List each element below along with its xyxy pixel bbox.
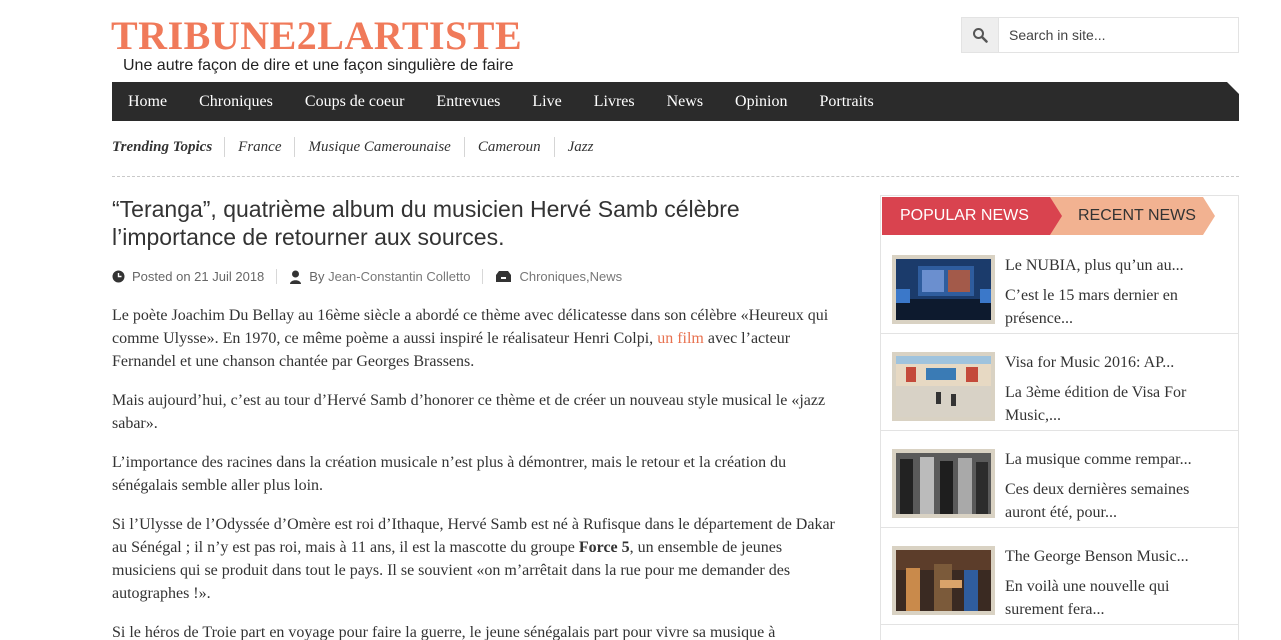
film-link[interactable]: un film [657,330,704,347]
search-input[interactable] [999,18,1238,52]
post-date-value: 21 Juil 2018 [194,269,265,284]
news-thumbnail[interactable] [892,449,995,518]
news-sidebar: RECENT NEWS POPULAR NEWS Le NUBIA, plus … [880,195,1239,640]
article-meta: Posted on 21 Juil 2018 By Jean-Constanti… [112,269,848,284]
list-item[interactable]: The George Benson Music... En voilà une … [881,528,1238,625]
news-excerpt: Ces deux dernières semaines auront été, … [1005,481,1190,521]
news-title[interactable]: Le NUBIA, plus qu’un au... [1005,257,1184,275]
nav-item-portraits[interactable]: Portraits [804,93,890,111]
paragraph: Si le héros de Troie part en voyage pour… [112,624,776,640]
paragraph: Si l’Ulysse de l’Odyssée d’Omère est roi… [112,513,848,605]
trending-title: Trending Topics [112,139,213,155]
nav-item-opinion[interactable]: Opinion [719,93,803,111]
thumbnail-image [896,453,991,514]
list-item[interactable]: Visa for Music 2016: AP... La 3ème éditi… [881,334,1238,431]
category-link-news[interactable]: News [590,269,623,284]
nav-item-news[interactable]: News [651,93,719,111]
author-link[interactable]: Jean-Constantin Colletto [328,269,470,284]
news-excerpt: La 3ème édition de Visa For Music,... [1005,384,1187,424]
nav-item-coups-de-coeur[interactable]: Coups de coeur [289,93,421,111]
post-author: By Jean-Constantin Colletto [289,269,484,284]
trending-item-france[interactable]: France [224,137,294,157]
folder-icon [496,271,512,282]
site-logo[interactable]: TRIBUNE2LARTISTE [111,12,522,59]
nav-item-home[interactable]: Home [112,93,183,111]
site-tagline: Une autre façon de dire et une façon sin… [123,57,514,74]
bold-text: Force 5 [578,539,630,556]
news-title[interactable]: The George Benson Music... [1005,548,1189,566]
article-body: Le poète Joachim Du Bellay au 16ème sièc… [112,304,848,640]
posted-on-label: Posted on [132,269,191,284]
trending-item-jazz[interactable]: Jazz [553,137,607,157]
post-date: Posted on 21 Juil 2018 [112,269,278,284]
trending-item-cameroun[interactable]: Cameroun [463,137,554,157]
nav-item-chroniques[interactable]: Chroniques [183,93,289,111]
news-thumbnail[interactable] [892,546,995,615]
main-nav: Home Chroniques Coups de coeur Entrevues… [112,82,1239,121]
trending-item-musique-camerounaise[interactable]: Musique Camerounaise [294,137,463,157]
search-box [961,17,1239,53]
thumbnail-image [896,356,991,417]
news-tabs: RECENT NEWS POPULAR NEWS [881,196,1238,236]
paragraph: Le poète Joachim Du Bellay au 16ème sièc… [112,304,848,373]
search-icon [973,28,988,43]
news-excerpt: En voilà une nouvelle qui surement fera.… [1005,578,1170,618]
user-icon [290,270,302,284]
tab-recent-news[interactable]: RECENT NEWS [1049,197,1215,235]
post-categories: Chroniques, News [495,269,634,284]
news-list: Le NUBIA, plus qu’un au... C’est le 15 m… [881,237,1238,625]
news-title[interactable]: La musique comme rempar... [1005,451,1192,469]
thumbnail-image [896,259,991,320]
nav-item-livres[interactable]: Livres [578,93,651,111]
article-title: “Teranga”, quatrième album du musicien H… [112,196,740,250]
news-excerpt: C’est le 15 mars dernier en présence... [1005,287,1178,327]
clock-icon [112,270,125,283]
trending-topics-bar: Trending Topics France Musique Camerouna… [112,137,1239,177]
news-title[interactable]: Visa for Music 2016: AP... [1005,354,1174,372]
nav-item-entrevues[interactable]: Entrevues [420,93,516,111]
list-item[interactable]: La musique comme rempar... Ces deux dern… [881,431,1238,528]
paragraph: Mais aujourd’hui, c’est au tour d’Hervé … [112,392,826,432]
list-item[interactable]: Le NUBIA, plus qu’un au... C’est le 15 m… [881,237,1238,334]
search-button[interactable] [962,18,999,52]
tab-popular-news[interactable]: POPULAR NEWS [882,197,1062,235]
news-thumbnail[interactable] [892,352,995,421]
paragraph: L’importance des racines dans la créatio… [112,454,787,494]
article: “Teranga”, quatrième album du musicien H… [112,195,848,640]
category-link-chroniques[interactable]: Chroniques [519,269,586,284]
by-label: By [309,269,325,284]
nav-item-live[interactable]: Live [516,93,577,111]
news-thumbnail[interactable] [892,255,995,324]
thumbnail-image [896,550,991,611]
